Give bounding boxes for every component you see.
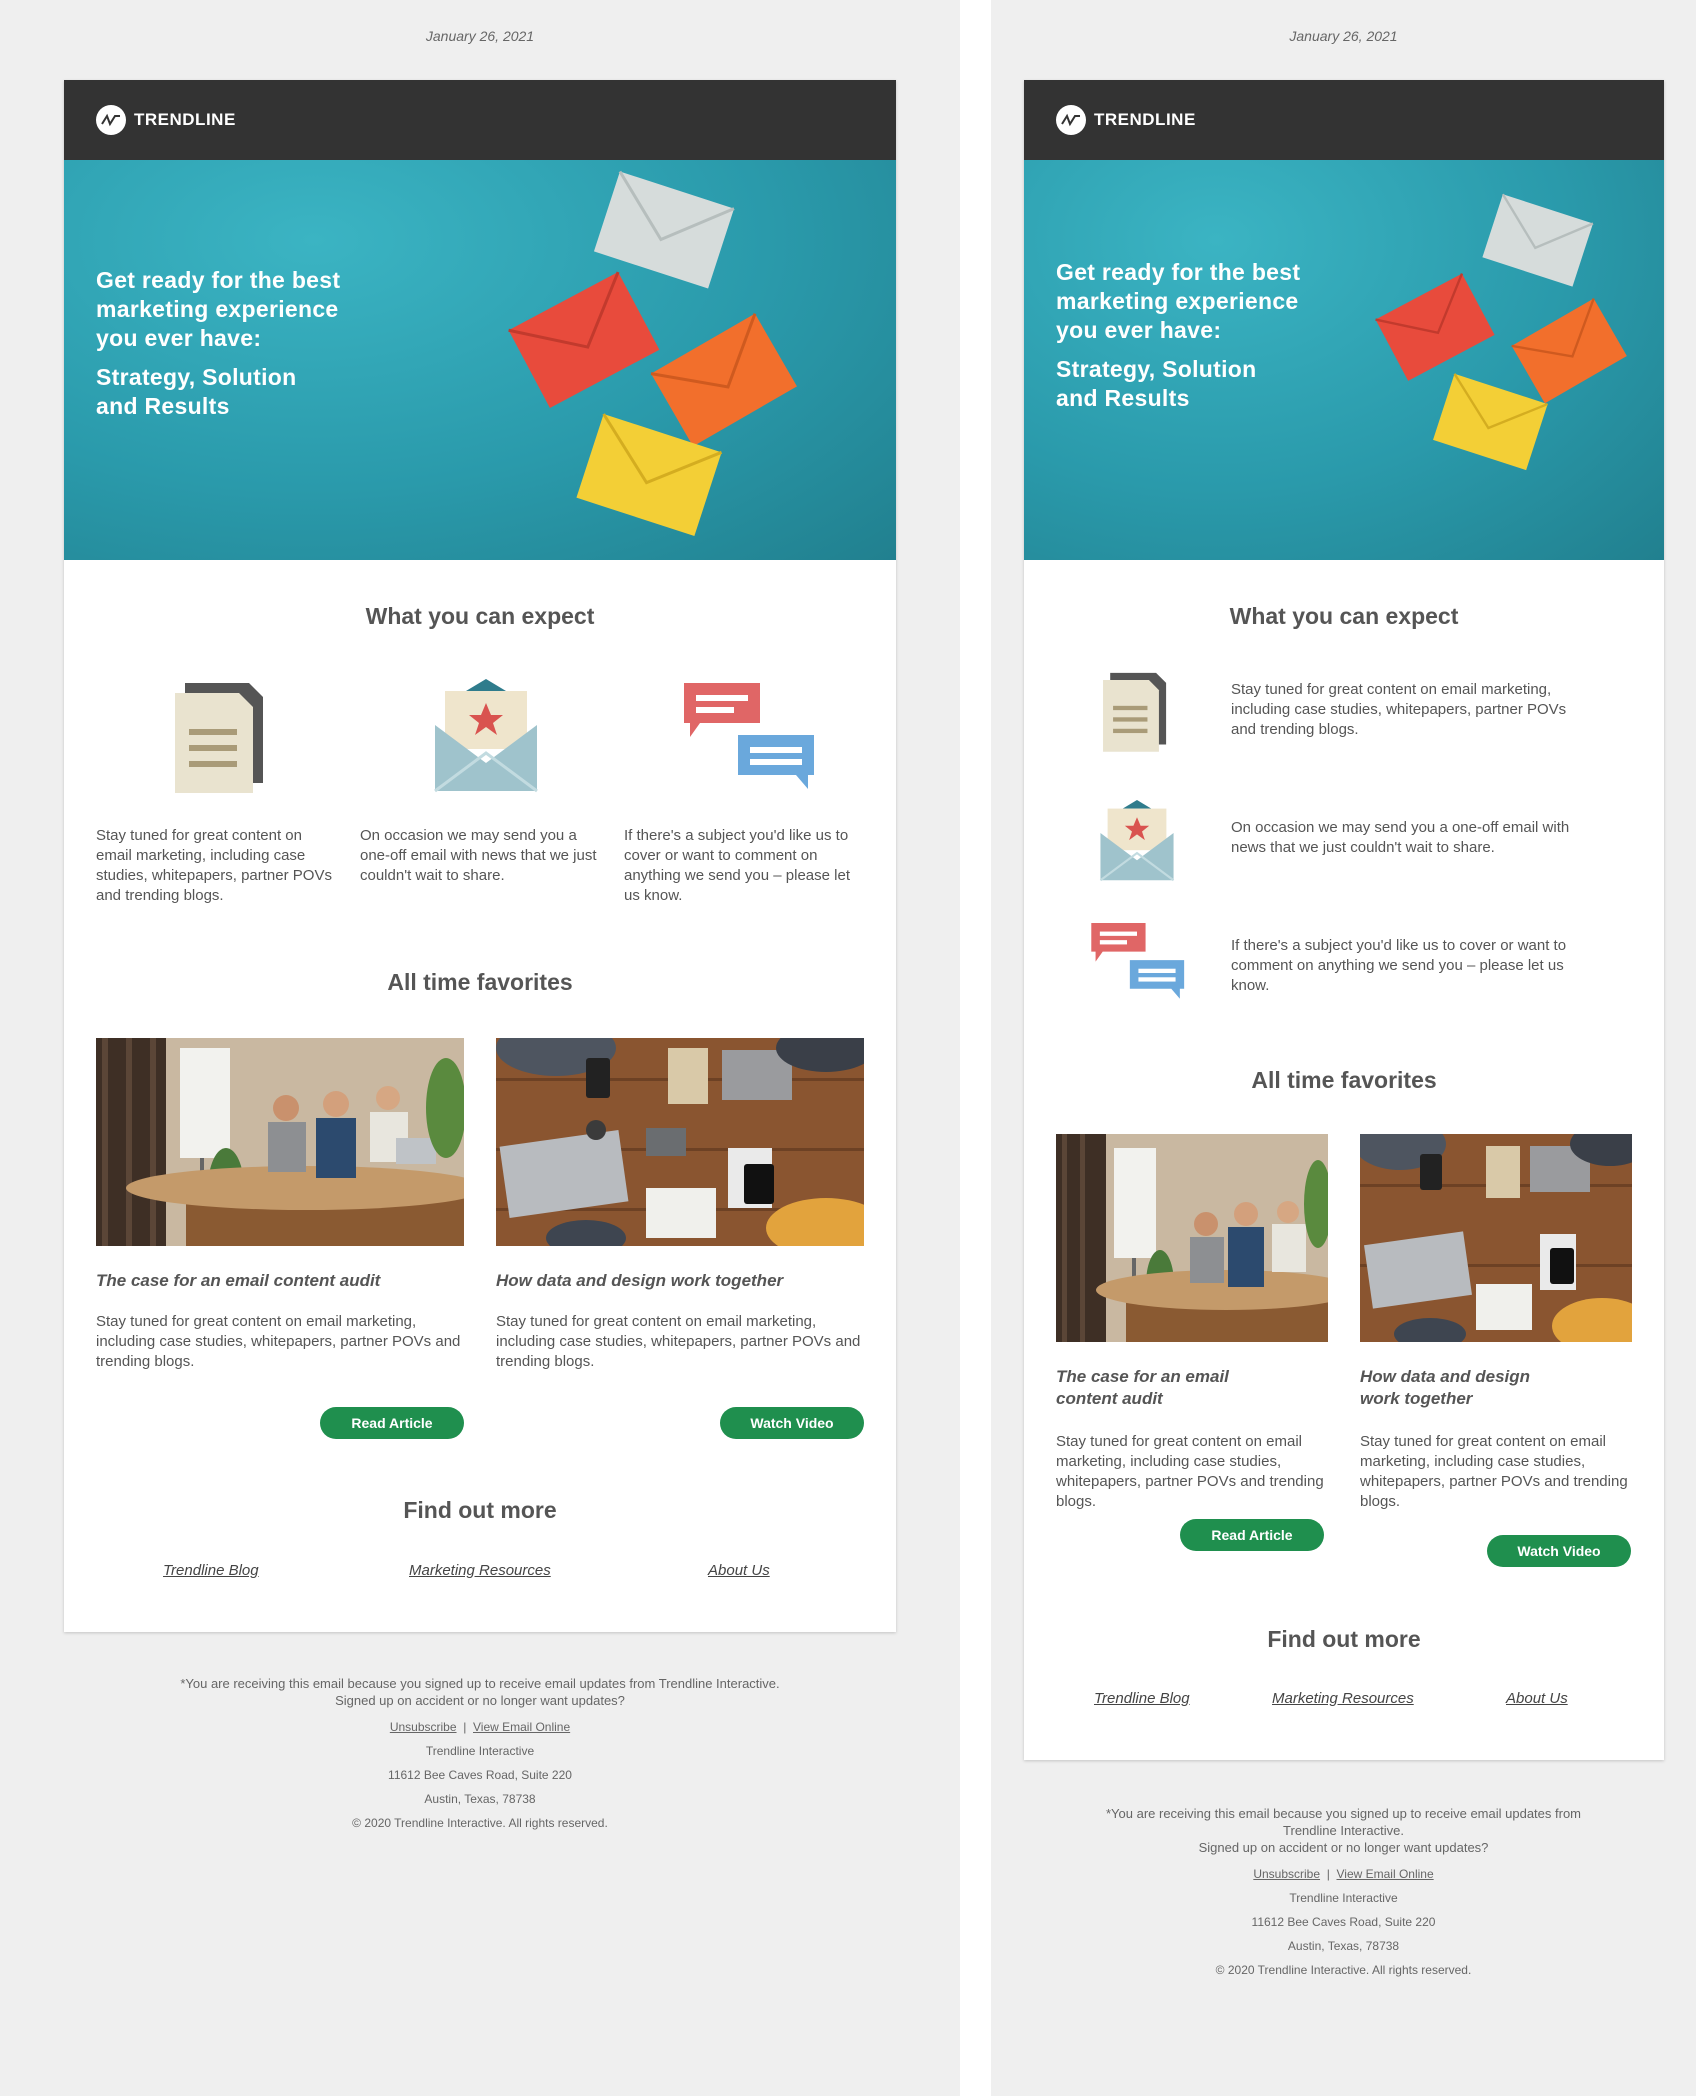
watch-video-button[interactable]: Watch Video <box>720 1407 864 1439</box>
footer-address: 11612 Bee Caves Road, Suite 220 <box>1251 1915 1436 1929</box>
footer-address: 11612 Bee Caves Road, Suite 220 <box>388 1768 572 1782</box>
chat-bubbles-icon <box>684 683 814 789</box>
section-title-favorites: All time favorites <box>387 969 573 995</box>
brand-name: TRENDLINE <box>134 110 236 129</box>
footer-company: Trendline Interactive <box>425 1744 535 1758</box>
footer-notice: *You are receiving this email because yo… <box>180 1676 780 1691</box>
email-card: TRENDLINE Get ready for the best marketi… <box>1024 80 1664 1760</box>
article-photo-meeting[interactable] <box>1056 1134 1328 1342</box>
envelope-star-icon <box>1099 800 1175 882</box>
expect-text-1: Stay tuned for great content on email ma… <box>1231 681 1567 738</box>
envelope-star-icon <box>434 679 538 793</box>
read-article-button[interactable]: Read Article <box>320 1407 464 1439</box>
hero-line: Strategy, Solution <box>1056 356 1257 382</box>
article-title-1[interactable]: The case for an email content audit <box>96 1270 464 1292</box>
footer-separator: | <box>1326 1867 1330 1881</box>
hero-line: marketing experience <box>1056 288 1299 314</box>
envelopes-illustration-icon <box>1375 193 1627 471</box>
email-footer: *You are receiving this email because yo… <box>991 1805 1696 1982</box>
section-title-expect: What you can expect <box>1229 603 1459 629</box>
article-title-1[interactable]: The case for an email content audit <box>1056 1366 1256 1410</box>
expect-text-3: If there's a subject you'd like us to co… <box>624 827 850 904</box>
article-title-2[interactable]: How data and design work together <box>1360 1366 1560 1410</box>
expect-text-1: Stay tuned for great content on email ma… <box>96 827 332 904</box>
hero-line: marketing experience <box>96 296 339 322</box>
footer-links: Unsubscribe | View Email Online <box>140 1715 820 1739</box>
footer-separator: | <box>463 1720 467 1734</box>
read-article-button[interactable]: Read Article <box>1180 1519 1324 1551</box>
footer-company: Trendline Interactive <box>1289 1891 1398 1905</box>
email-date: January 26, 2021 <box>1289 28 1398 44</box>
section-title-findout: Find out more <box>1267 1626 1421 1652</box>
view-online-link[interactable]: View Email Online <box>473 1720 570 1734</box>
link-trendline-blog[interactable]: Trendline Blog <box>163 1562 259 1579</box>
email-header: TRENDLINE <box>64 80 896 160</box>
article-text-2: Stay tuned for great content on email ma… <box>496 1313 861 1370</box>
email-header: TRENDLINE <box>1024 80 1664 160</box>
hero-line: Strategy, Solution <box>96 364 297 390</box>
footer-copyright: © 2020 Trendline Interactive. All rights… <box>1215 1963 1472 1977</box>
hero-line: you ever have: <box>1056 317 1222 343</box>
chat-bubbles-icon <box>1091 923 1185 999</box>
expect-text-2: On occasion we may send you a one-off em… <box>360 827 597 884</box>
view-online-link[interactable]: View Email Online <box>1337 1867 1434 1881</box>
hero-line: Get ready for the best <box>96 267 341 293</box>
section-title-favorites: All time favorites <box>1251 1067 1437 1093</box>
article-photo-desk[interactable] <box>1360 1134 1632 1342</box>
footer-notice-2: Signed up on accident or no longer want … <box>335 1693 625 1708</box>
expect-text-2: On occasion we may send you a one-off em… <box>1231 819 1570 856</box>
link-about-us[interactable]: About Us <box>708 1562 770 1579</box>
section-title-expect: What you can expect <box>365 603 595 629</box>
footer-copyright: © 2020 Trendline Interactive. All rights… <box>352 1816 608 1830</box>
hero-headline: Get ready for the best marketing experie… <box>1056 258 1300 413</box>
article-text-1: Stay tuned for great content on email ma… <box>1056 1433 1324 1510</box>
section-title-findout: Find out more <box>403 1497 557 1523</box>
document-icon <box>1103 672 1167 752</box>
footer-city: Austin, Texas, 78738 <box>424 1792 536 1806</box>
hero-line: you ever have: <box>96 325 262 351</box>
article-text-1: Stay tuned for great content on email ma… <box>96 1313 461 1370</box>
article-photo-meeting[interactable] <box>96 1038 464 1246</box>
link-marketing-resources[interactable]: Marketing Resources <box>1272 1690 1414 1707</box>
footer-links: Unsubscribe | View Email Online <box>1081 1862 1606 1886</box>
document-icon <box>175 683 263 793</box>
expect-text-3: If there's a subject you'd like us to co… <box>1231 937 1567 994</box>
link-trendline-blog[interactable]: Trendline Blog <box>1094 1690 1190 1707</box>
link-marketing-resources[interactable]: Marketing Resources <box>409 1562 551 1579</box>
desktop-preview-pane: January 26, 2021 TRENDLINE Get ready for… <box>0 0 960 2096</box>
trendline-logo-icon <box>96 105 126 135</box>
unsubscribe-link[interactable]: Unsubscribe <box>390 1720 457 1734</box>
hero-line: Get ready for the best <box>1056 259 1301 285</box>
brand-name: TRENDLINE <box>1094 110 1196 129</box>
hero-banner: Get ready for the best marketing experie… <box>64 160 896 560</box>
watch-video-button[interactable]: Watch Video <box>1487 1535 1631 1567</box>
hero-line: and Results <box>96 393 230 419</box>
email-date: January 26, 2021 <box>425 28 535 44</box>
article-photo-desk[interactable] <box>496 1038 864 1246</box>
footer-city: Austin, Texas, 78738 <box>1287 1939 1400 1953</box>
trendline-logo-icon <box>1056 105 1086 135</box>
email-card: TRENDLINE Get ready for the best marketi… <box>64 80 896 1632</box>
mobile-preview-pane: January 26, 2021 TRENDLINE Get ready for… <box>991 0 1696 2096</box>
footer-notice-2: Signed up on accident or no longer want … <box>1198 1840 1489 1855</box>
unsubscribe-link[interactable]: Unsubscribe <box>1253 1867 1320 1881</box>
link-about-us[interactable]: About Us <box>1506 1690 1568 1707</box>
email-footer: *You are receiving this email because yo… <box>0 1675 960 1835</box>
envelopes-illustration-icon <box>508 170 797 537</box>
article-title-2[interactable]: How data and design work together <box>496 1270 864 1292</box>
footer-notice: *You are receiving this email because yo… <box>1105 1806 1581 1838</box>
hero-banner: Get ready for the best marketing experie… <box>1024 160 1664 560</box>
hero-line: and Results <box>1056 385 1190 411</box>
article-text-2: Stay tuned for great content on email ma… <box>1360 1433 1628 1510</box>
hero-headline: Get ready for the best marketing experie… <box>96 266 340 421</box>
